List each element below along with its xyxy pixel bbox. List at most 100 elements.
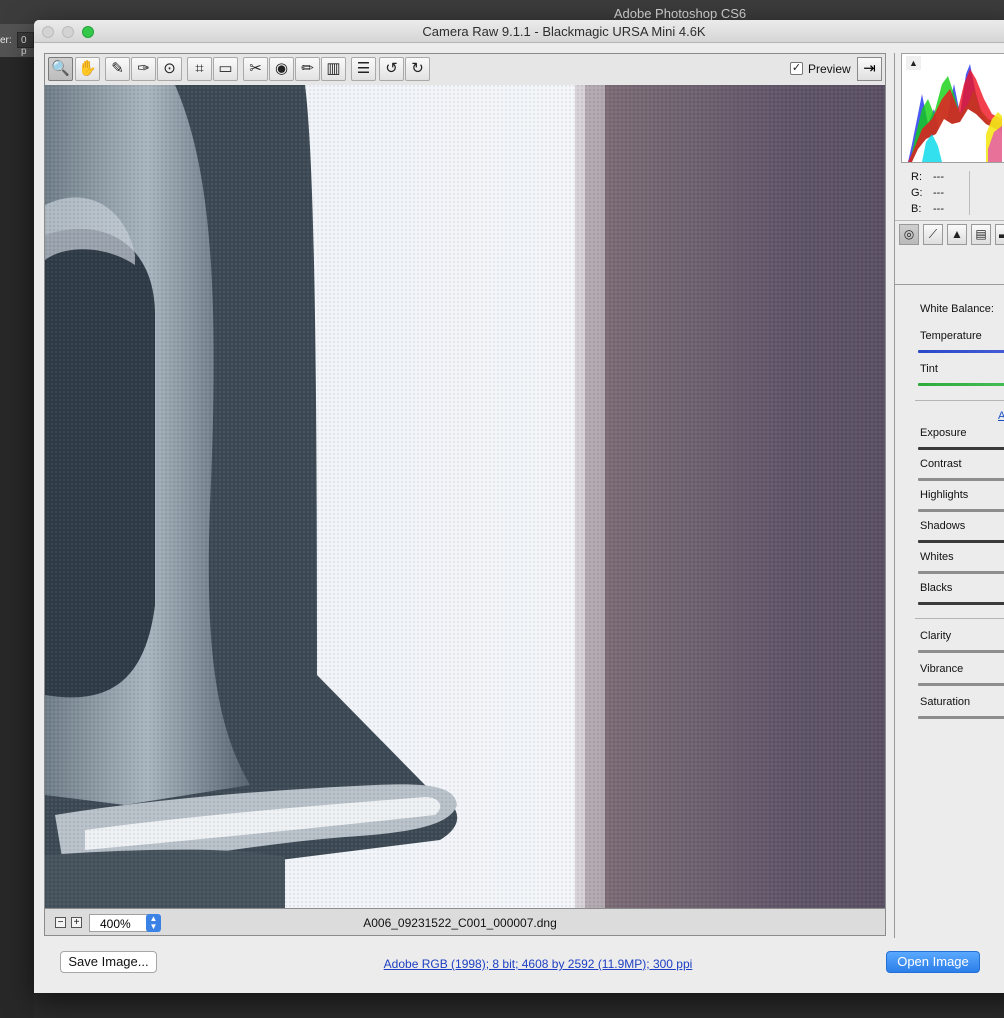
panel-tab-strip: ◎ ⟋ ▲ ▤ ▬ (895, 220, 1004, 248)
window-titlebar: Camera Raw 9.1.1 - Blackmagic URSA Mini … (34, 20, 1004, 43)
photoshop-option-field[interactable]: 0 p (17, 32, 34, 57)
shadows-label: Shadows (920, 520, 966, 532)
panel-header-divider (895, 284, 1004, 285)
histogram: ▲ (901, 53, 1004, 163)
red-readout-label: R: (911, 171, 922, 183)
graduated-filter-icon: ▥ (326, 60, 341, 77)
raw-photo-preview (45, 85, 885, 908)
section-divider (915, 400, 1004, 401)
preview-label: Preview (808, 62, 851, 76)
crop-tool[interactable]: ⌗ (187, 57, 212, 81)
white-balance-label: White Balance: (920, 303, 994, 315)
exposure-slider[interactable] (918, 447, 1004, 450)
clarity-label: Clarity (920, 630, 952, 642)
tint-label: Tint (920, 363, 938, 375)
magnifier-icon: 🔍 (51, 60, 70, 77)
split-toning-icon: ▬ (999, 227, 1004, 241)
spot-removal-icon: ✂ (249, 60, 262, 77)
tint-slider[interactable] (918, 383, 1004, 386)
rotate-ccw-tool[interactable]: ↺ (379, 57, 404, 81)
workflow-options-link[interactable]: Adobe RGB (1998); 8 bit; 4608 by 2592 (1… (364, 957, 712, 971)
straighten-tool[interactable]: ▭ (213, 57, 238, 81)
open-image-button[interactable]: Open Image (886, 951, 980, 973)
tool-bar: 🔍 ✋ ✎ ✑ ⊙ ⌗ ▭ ✂ ◉ ✏ ▥ ☰ ↺ ↻ ✓ Preview ⇥ (44, 53, 886, 85)
tab-hsl[interactable]: ▤ (971, 224, 991, 245)
whites-label: Whites (920, 551, 954, 563)
red-readout-value: --- (933, 171, 944, 183)
hand-icon: ✋ (78, 60, 97, 77)
section-divider (915, 618, 1004, 619)
color-sampler-tool[interactable]: ✑ (131, 57, 156, 81)
rotate-left-icon: ↺ (385, 60, 398, 77)
zoom-in-button[interactable]: + (71, 917, 82, 928)
zoom-level-field[interactable]: 400% (89, 914, 149, 932)
photoshop-canvas-background (0, 58, 34, 1018)
saturation-label: Saturation (920, 696, 971, 708)
whites-slider[interactable] (918, 571, 1004, 574)
photoshop-app-title: Adobe Photoshop CS6 (613, 6, 747, 21)
photoshop-options-bar: er: 0 p (0, 24, 34, 58)
eye-icon: ◉ (274, 60, 289, 77)
saturation-slider[interactable] (918, 716, 1004, 719)
histogram-graph (908, 64, 1002, 162)
contrast-slider[interactable] (918, 478, 1004, 481)
list-icon: ☰ (356, 60, 371, 77)
hsl-icon: ▤ (975, 227, 987, 241)
adjustments-panel: ▲ R: --- G: --- B: --- ◎ ⟋ ▲ ▤ ▬ White (894, 53, 1004, 938)
window-zoom-button[interactable] (82, 26, 94, 38)
straighten-icon: ▭ (218, 60, 233, 77)
readout-divider (969, 171, 970, 215)
targeted-adjustment-tool[interactable]: ⊙ (157, 57, 182, 81)
tab-detail[interactable]: ▲ (947, 224, 967, 245)
shadow-clipping-warning[interactable]: ▲ (906, 56, 921, 70)
fullscreen-button[interactable]: ⇥ (857, 57, 882, 81)
brush-icon: ✏ (301, 60, 314, 77)
image-preview[interactable] (44, 85, 886, 908)
photoshop-option-label: er: (0, 35, 12, 46)
eyedropper-icon: ✎ (111, 60, 124, 77)
green-readout-label: G: (911, 187, 923, 199)
rotate-right-icon: ↻ (411, 60, 424, 77)
adjustment-brush-tool[interactable]: ✏ (295, 57, 320, 81)
triangle-icon: ▲ (951, 227, 963, 241)
vibrance-slider[interactable] (918, 683, 1004, 686)
curve-icon: ⟋ (928, 227, 938, 241)
tab-split-toning[interactable]: ▬ (995, 224, 1004, 245)
targeted-adjustment-icon: ⊙ (163, 60, 176, 77)
clarity-slider[interactable] (918, 650, 1004, 653)
zoom-out-button[interactable]: − (55, 917, 66, 928)
temperature-slider[interactable] (918, 350, 1004, 353)
spot-removal-tool[interactable]: ✂ (243, 57, 268, 81)
graduated-filter-tool[interactable]: ▥ (321, 57, 346, 81)
green-readout-value: --- (933, 187, 944, 199)
preview-checkbox[interactable]: ✓ (790, 62, 803, 75)
chevron-down-icon: ▼ (149, 922, 158, 931)
highlights-label: Highlights (920, 489, 969, 501)
white-balance-tool[interactable]: ✎ (105, 57, 130, 81)
rotate-cw-tool[interactable]: ↻ (405, 57, 430, 81)
blue-readout-label: B: (911, 203, 922, 215)
preferences-tool[interactable]: ☰ (351, 57, 376, 81)
tab-basic[interactable]: ◎ (899, 224, 919, 245)
aperture-icon: ◎ (903, 227, 915, 241)
zoom-tool[interactable]: 🔍 (48, 57, 73, 81)
shadows-slider[interactable] (918, 540, 1004, 543)
contrast-label: Contrast (920, 458, 962, 470)
window-close-button[interactable] (42, 26, 54, 38)
auto-link[interactable]: A (998, 410, 1004, 422)
window-minimize-button[interactable] (62, 26, 74, 38)
red-eye-tool[interactable]: ◉ (269, 57, 294, 81)
window-title: Camera Raw 9.1.1 - Blackmagic URSA Mini … (422, 24, 706, 39)
blacks-slider[interactable] (918, 602, 1004, 605)
zoom-level-dropdown[interactable]: ▲ ▼ (146, 914, 161, 932)
crop-icon: ⌗ (195, 60, 204, 77)
preview-status-bar: − + 400% ▲ ▼ A006_09231522_C001_000007.d… (44, 908, 886, 936)
exposure-label: Exposure (920, 427, 967, 439)
tab-tone-curve[interactable]: ⟋ (923, 224, 943, 245)
blacks-label: Blacks (920, 582, 953, 594)
highlights-slider[interactable] (918, 509, 1004, 512)
save-image-button[interactable]: Save Image... (60, 951, 157, 973)
color-sampler-icon: ✑ (137, 60, 150, 77)
temperature-label: Temperature (920, 330, 982, 342)
hand-tool[interactable]: ✋ (75, 57, 100, 81)
